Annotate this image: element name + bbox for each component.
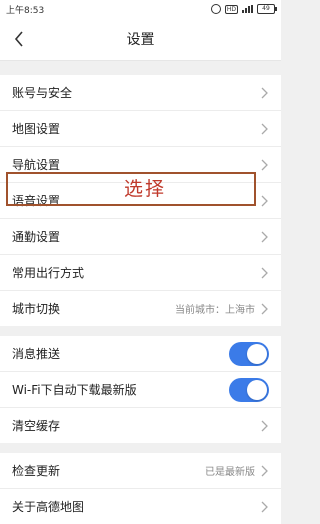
row-city-switch[interactable]: 城市切换 当前城市：上海市	[0, 291, 281, 326]
chevron-right-icon	[261, 123, 269, 135]
current-city-value: 当前城市：上海市	[175, 305, 255, 316]
row-label: 地图设置	[12, 122, 61, 136]
row-label: 通勤设置	[12, 230, 61, 244]
status-icons: HD 49	[210, 4, 277, 14]
chevron-right-icon	[261, 267, 269, 279]
page-title: 设置	[126, 32, 155, 48]
alarm-icon	[210, 4, 221, 14]
row-label: 关于高德地图	[12, 500, 85, 514]
annotation-label: 选择	[124, 178, 167, 200]
hd-icon: HD	[224, 4, 238, 14]
chevron-right-icon	[261, 159, 269, 171]
row-account-security[interactable]: 账号与安全	[0, 75, 281, 111]
row-label: 常用出行方式	[12, 266, 85, 280]
chevron-right-icon	[261, 465, 269, 477]
update-status-value: 已是最新版	[205, 467, 255, 478]
row-label: 城市切换	[12, 302, 61, 316]
chevron-right-icon	[261, 420, 269, 432]
row-commute-settings[interactable]: 通勤设置	[0, 219, 281, 255]
row-label: 导航设置	[12, 158, 61, 172]
row-wifi-auto-download: Wi-Fi下自动下载最新版	[0, 372, 281, 408]
row-travel-mode[interactable]: 常用出行方式	[0, 255, 281, 291]
chevron-right-icon	[261, 87, 269, 99]
toggle-knob	[247, 343, 267, 364]
row-label: 消息推送	[12, 347, 61, 361]
status-time: 上午8:53	[6, 5, 45, 16]
row-push-notifications: 消息推送	[0, 336, 281, 372]
chevron-right-icon	[261, 195, 269, 207]
row-check-update[interactable]: 检查更新 已是最新版	[0, 453, 281, 489]
row-label: Wi-Fi下自动下载最新版	[12, 383, 137, 397]
chevron-right-icon	[261, 231, 269, 243]
row-about-amap[interactable]: 关于高德地图	[0, 489, 281, 524]
status-bar: 上午8:53 HD 49	[0, 0, 281, 18]
nav-bar: 设置	[0, 18, 281, 61]
back-arrow-icon[interactable]	[8, 28, 30, 50]
row-map-settings[interactable]: 地图设置	[0, 111, 281, 147]
chevron-right-icon	[261, 501, 269, 513]
chevron-right-icon	[261, 303, 269, 315]
row-label: 语音设置	[12, 194, 61, 208]
push-notifications-toggle[interactable]	[229, 341, 269, 366]
row-clear-cache[interactable]: 清空缓存	[0, 408, 281, 443]
row-label: 检查更新	[12, 464, 61, 478]
wifi-auto-download-toggle[interactable]	[229, 377, 269, 402]
settings-group-system: 消息推送 Wi-Fi下自动下载最新版 清空缓存	[0, 336, 281, 443]
toggle-knob	[247, 379, 267, 400]
signal-icon	[242, 5, 253, 13]
settings-group-about: 检查更新 已是最新版 关于高德地图	[0, 453, 281, 524]
row-label: 清空缓存	[12, 419, 61, 433]
battery-icon: 49	[257, 4, 277, 14]
row-label: 账号与安全	[12, 86, 73, 100]
